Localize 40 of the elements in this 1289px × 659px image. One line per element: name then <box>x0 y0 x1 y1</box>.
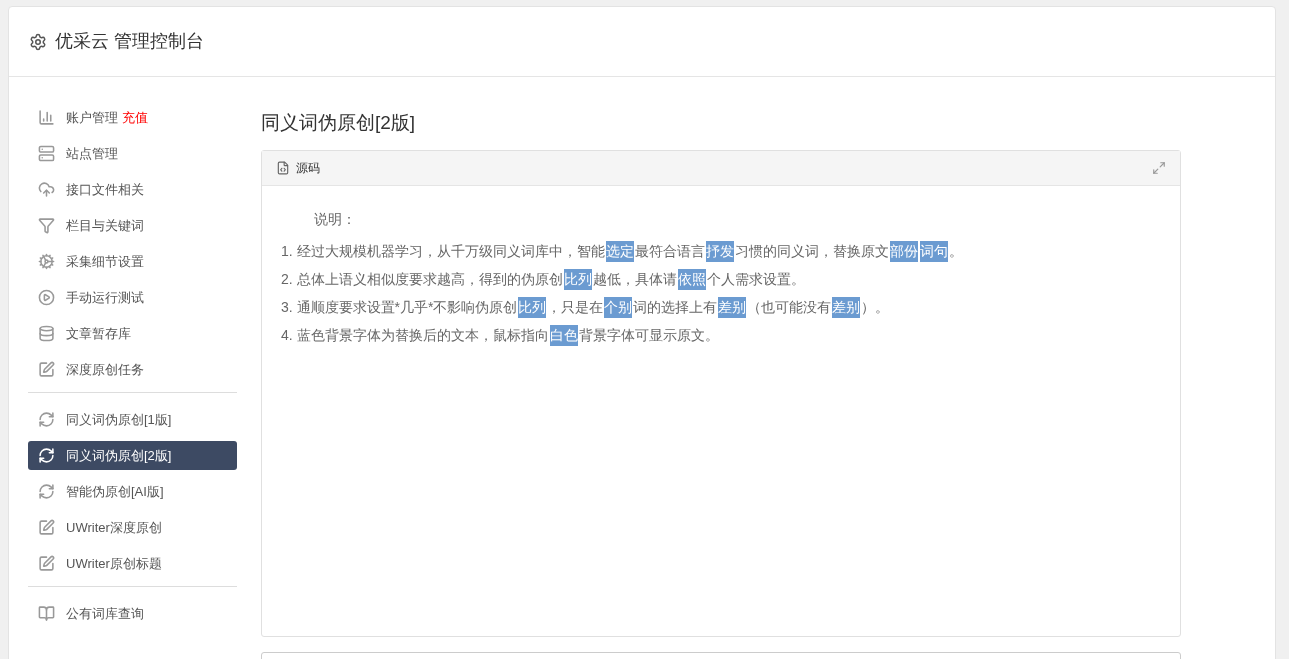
bar-chart-icon <box>38 109 55 126</box>
sidebar-item[interactable]: 同义词伪原创[2版] <box>28 441 237 470</box>
cloud-upload-icon <box>38 181 55 198</box>
filter-icon <box>38 217 55 234</box>
refresh-icon <box>38 411 55 428</box>
panel-title: 源码 <box>296 159 320 177</box>
sidebar-item[interactable]: 深度原创任务 <box>28 355 237 384</box>
sidebar-item[interactable]: 采集细节设置 <box>28 247 237 276</box>
edit-icon <box>38 519 55 536</box>
sidebar-item[interactable]: 文章暂存库 <box>28 319 237 348</box>
sidebar-item[interactable]: 公有词库查询 <box>28 599 237 628</box>
sidebar-item[interactable]: 栏目与关键词 <box>28 211 237 240</box>
edit-icon <box>38 555 55 572</box>
instruction-line: 2. 总体上语义相似度要求越高，得到的伪原创 比列越低，具体请依照个人需求设置。 <box>281 265 1180 294</box>
sidebar-item[interactable]: 账户管理 充值 <box>28 103 237 132</box>
code-file-icon <box>276 160 290 175</box>
instruction-line: 3. 通顺度要求设置*几乎*不影响伪原创 比列，只是在个别词的选择上有差别（也可能没有差别）。 <box>281 293 1180 322</box>
instruction-line: 4. 蓝色背景字体为替换后的文本，鼠标指向 白色背景字体可显示原文。 <box>281 321 1180 350</box>
sidebar-item[interactable]: 手动运行测试 <box>28 283 237 312</box>
refresh-icon <box>38 447 55 464</box>
sidebar-item[interactable]: 同义词伪原创[1版] <box>28 405 237 434</box>
play-icon <box>38 289 55 306</box>
sidebar-item[interactable]: UWriter深度原创 <box>28 513 237 542</box>
sidebar-item[interactable]: 智能伪原创[AI版] <box>28 477 237 506</box>
settings-icon <box>29 32 47 51</box>
console-title: 优采云 管理控制台 <box>55 30 204 53</box>
intro-label: 说明： <box>313 209 357 229</box>
recharge-link[interactable]: 充值 <box>122 107 148 128</box>
gears-icon <box>38 253 55 270</box>
sidebar-item[interactable]: 站点管理 <box>28 139 237 168</box>
edit-icon <box>38 361 55 378</box>
refresh-icon <box>38 483 55 500</box>
book-icon <box>38 605 55 622</box>
instruction-line: 1. 经过大规模机器学习，从千万级同义词库中，智能选定最符合语言抒发习惯的同义词，替换原文部份词句。 <box>281 237 1180 266</box>
page-title: 同义词伪原创[2版] <box>261 111 417 135</box>
sidebar-item[interactable]: UWriter原创标题 <box>28 549 237 578</box>
database-icon <box>38 325 55 342</box>
expand-icon[interactable] <box>1152 160 1166 175</box>
server-icon <box>38 145 55 162</box>
sidebar-item[interactable]: 接口文件相关 <box>28 175 237 204</box>
